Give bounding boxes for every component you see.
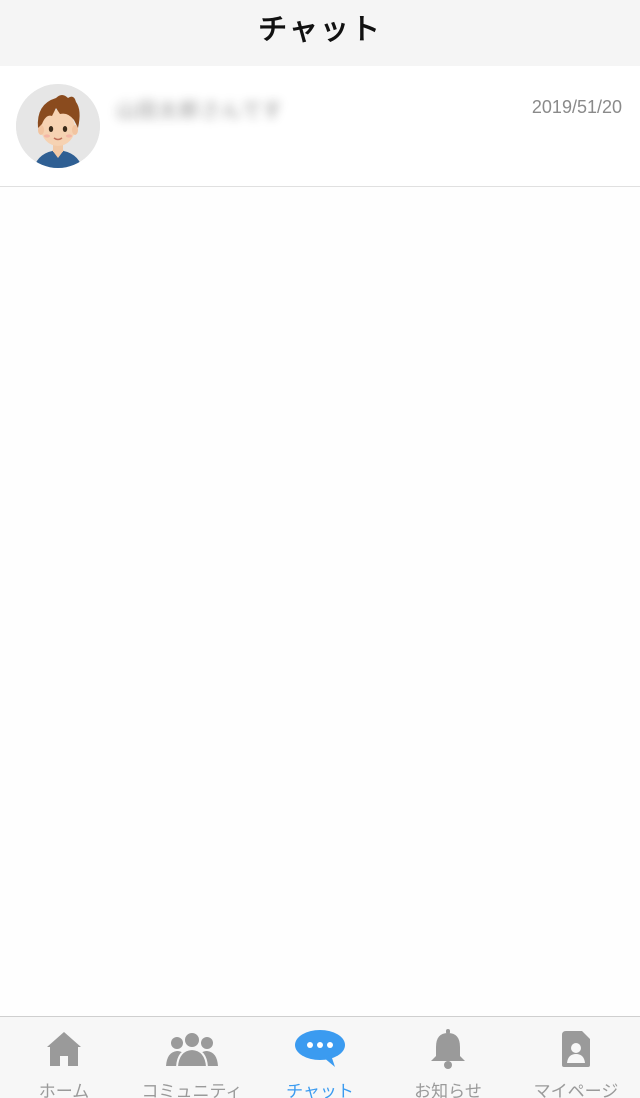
chat-date: 2019/51/20 — [531, 97, 622, 117]
chat-screen: チャット 山田太郎さんです 2019/51/20 ホーム コミュニティ チャット… — [0, 0, 640, 1098]
bell-icon — [430, 1029, 466, 1069]
avatar-illustration — [16, 84, 100, 168]
chat-list: 山田太郎さんです 2019/51/20 — [0, 66, 640, 187]
page-title: チャット — [258, 12, 382, 46]
chat-list-item[interactable]: 山田太郎さんです 2019/51/20 — [0, 66, 640, 187]
profile-icon — [558, 1029, 594, 1069]
tab-community[interactable]: コミュニティ — [128, 1017, 256, 1098]
chat-bubble-icon — [293, 1029, 347, 1069]
tab-chat[interactable]: チャット — [256, 1017, 384, 1098]
tab-home[interactable]: ホーム — [0, 1017, 128, 1098]
tab-label-notice: お知らせ — [414, 1082, 482, 1098]
tab-label-chat: チャット — [286, 1082, 354, 1098]
tab-bar: ホーム コミュニティ チャット お知らせ マイページ — [0, 1016, 640, 1098]
tab-notice[interactable]: お知らせ — [384, 1017, 512, 1098]
avatar — [16, 84, 100, 168]
tab-mypage[interactable]: マイページ — [512, 1017, 640, 1098]
community-icon — [165, 1029, 219, 1069]
home-icon — [45, 1029, 83, 1069]
tab-label-community: コミュニティ — [141, 1082, 243, 1098]
tab-label-home: ホーム — [38, 1082, 90, 1098]
chat-contact-name: 山田太郎さんです — [116, 98, 283, 122]
header-bar: チャット — [0, 0, 640, 66]
tab-label-mypage: マイページ — [533, 1082, 619, 1098]
